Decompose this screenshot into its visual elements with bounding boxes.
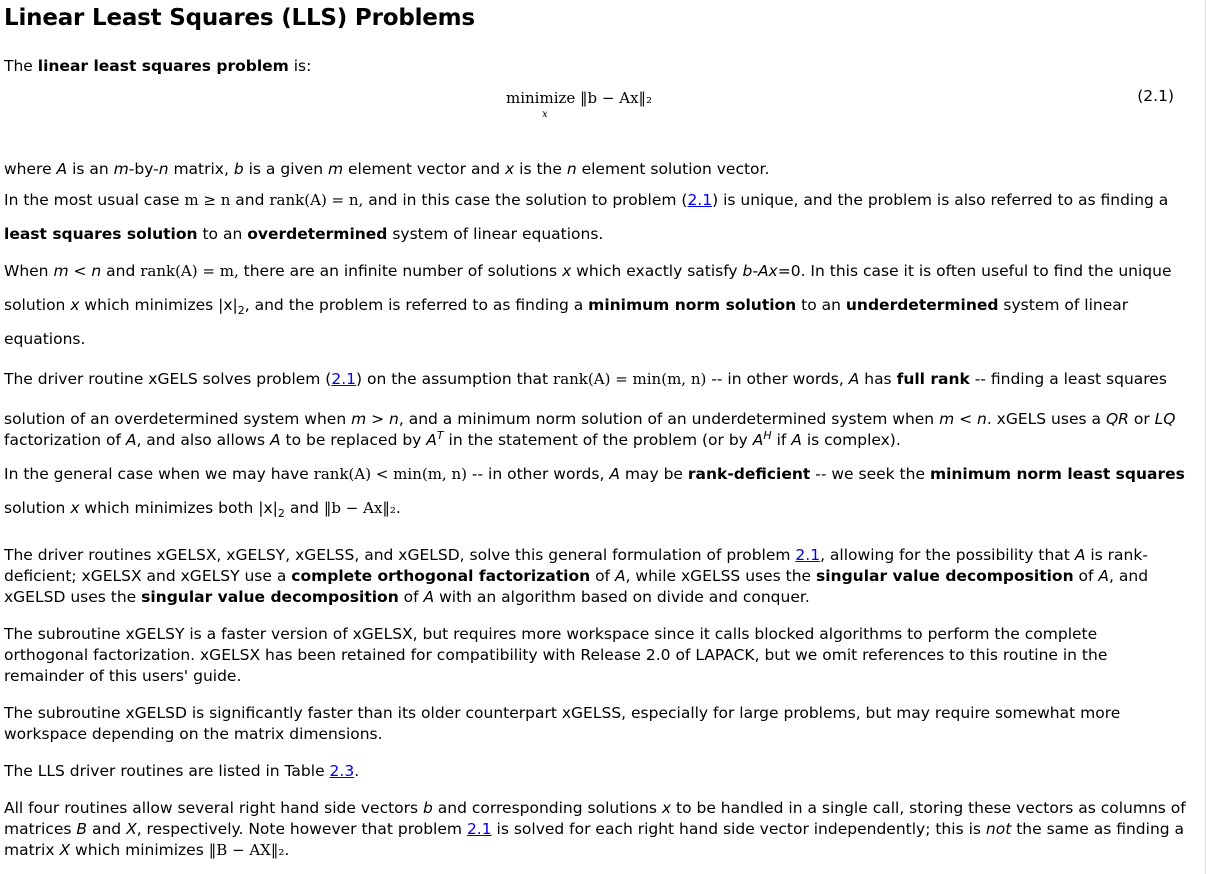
ref-equation-2-1[interactable]: 2.1 (331, 370, 356, 388)
intro-paragraph: The linear least squares problem is: (4, 57, 312, 75)
paragraph-overdetermined: In the most usual case m ≥ n and rank(A)… (4, 191, 1169, 243)
paragraph-xgelsy: The subroutine xGELSY is a faster versio… (4, 625, 1108, 685)
paragraph-multiple-rhs: All four routines allow several right ha… (4, 799, 1186, 859)
paragraph-driver-routines: The driver routines xGELSX, xGELSY, xGEL… (4, 546, 1149, 606)
document: Linear Least Squares (LLS) Problems The … (0, 0, 1206, 861)
page-title: Linear Least Squares (LLS) Problems (4, 5, 475, 31)
equation-main: minimize ‖b − Ax‖₂ (506, 89, 653, 107)
ref-equation-2-1[interactable]: 2.1 (467, 820, 492, 838)
paragraph-definitions: where A is an m-by-n matrix, b is a give… (4, 160, 770, 178)
paragraph-general-case: In the general case when we may have ran… (4, 465, 1185, 521)
equation-2-1: minimize ‖b − Ax‖₂ x (2.1) (4, 87, 1186, 143)
paragraph-underdetermined: When m < n and rank(A) = m, there are an… (4, 262, 1172, 348)
equation-number: (2.1) (1137, 87, 1174, 105)
term-linear-least-squares: linear least squares problem (37, 57, 289, 75)
paragraph-xgelsd: The subroutine xGELSD is significantly f… (4, 704, 1121, 743)
ref-equation-2-1[interactable]: 2.1 (687, 191, 712, 209)
ref-table-2-3[interactable]: 2.3 (330, 762, 355, 780)
ref-equation-2-1[interactable]: 2.1 (795, 546, 820, 564)
equation-subscript: x (542, 109, 548, 120)
paragraph-table-ref: The LLS driver routines are listed in Ta… (4, 762, 360, 780)
paragraph-xgels: The driver routine xGELS solves problem … (4, 370, 1176, 449)
